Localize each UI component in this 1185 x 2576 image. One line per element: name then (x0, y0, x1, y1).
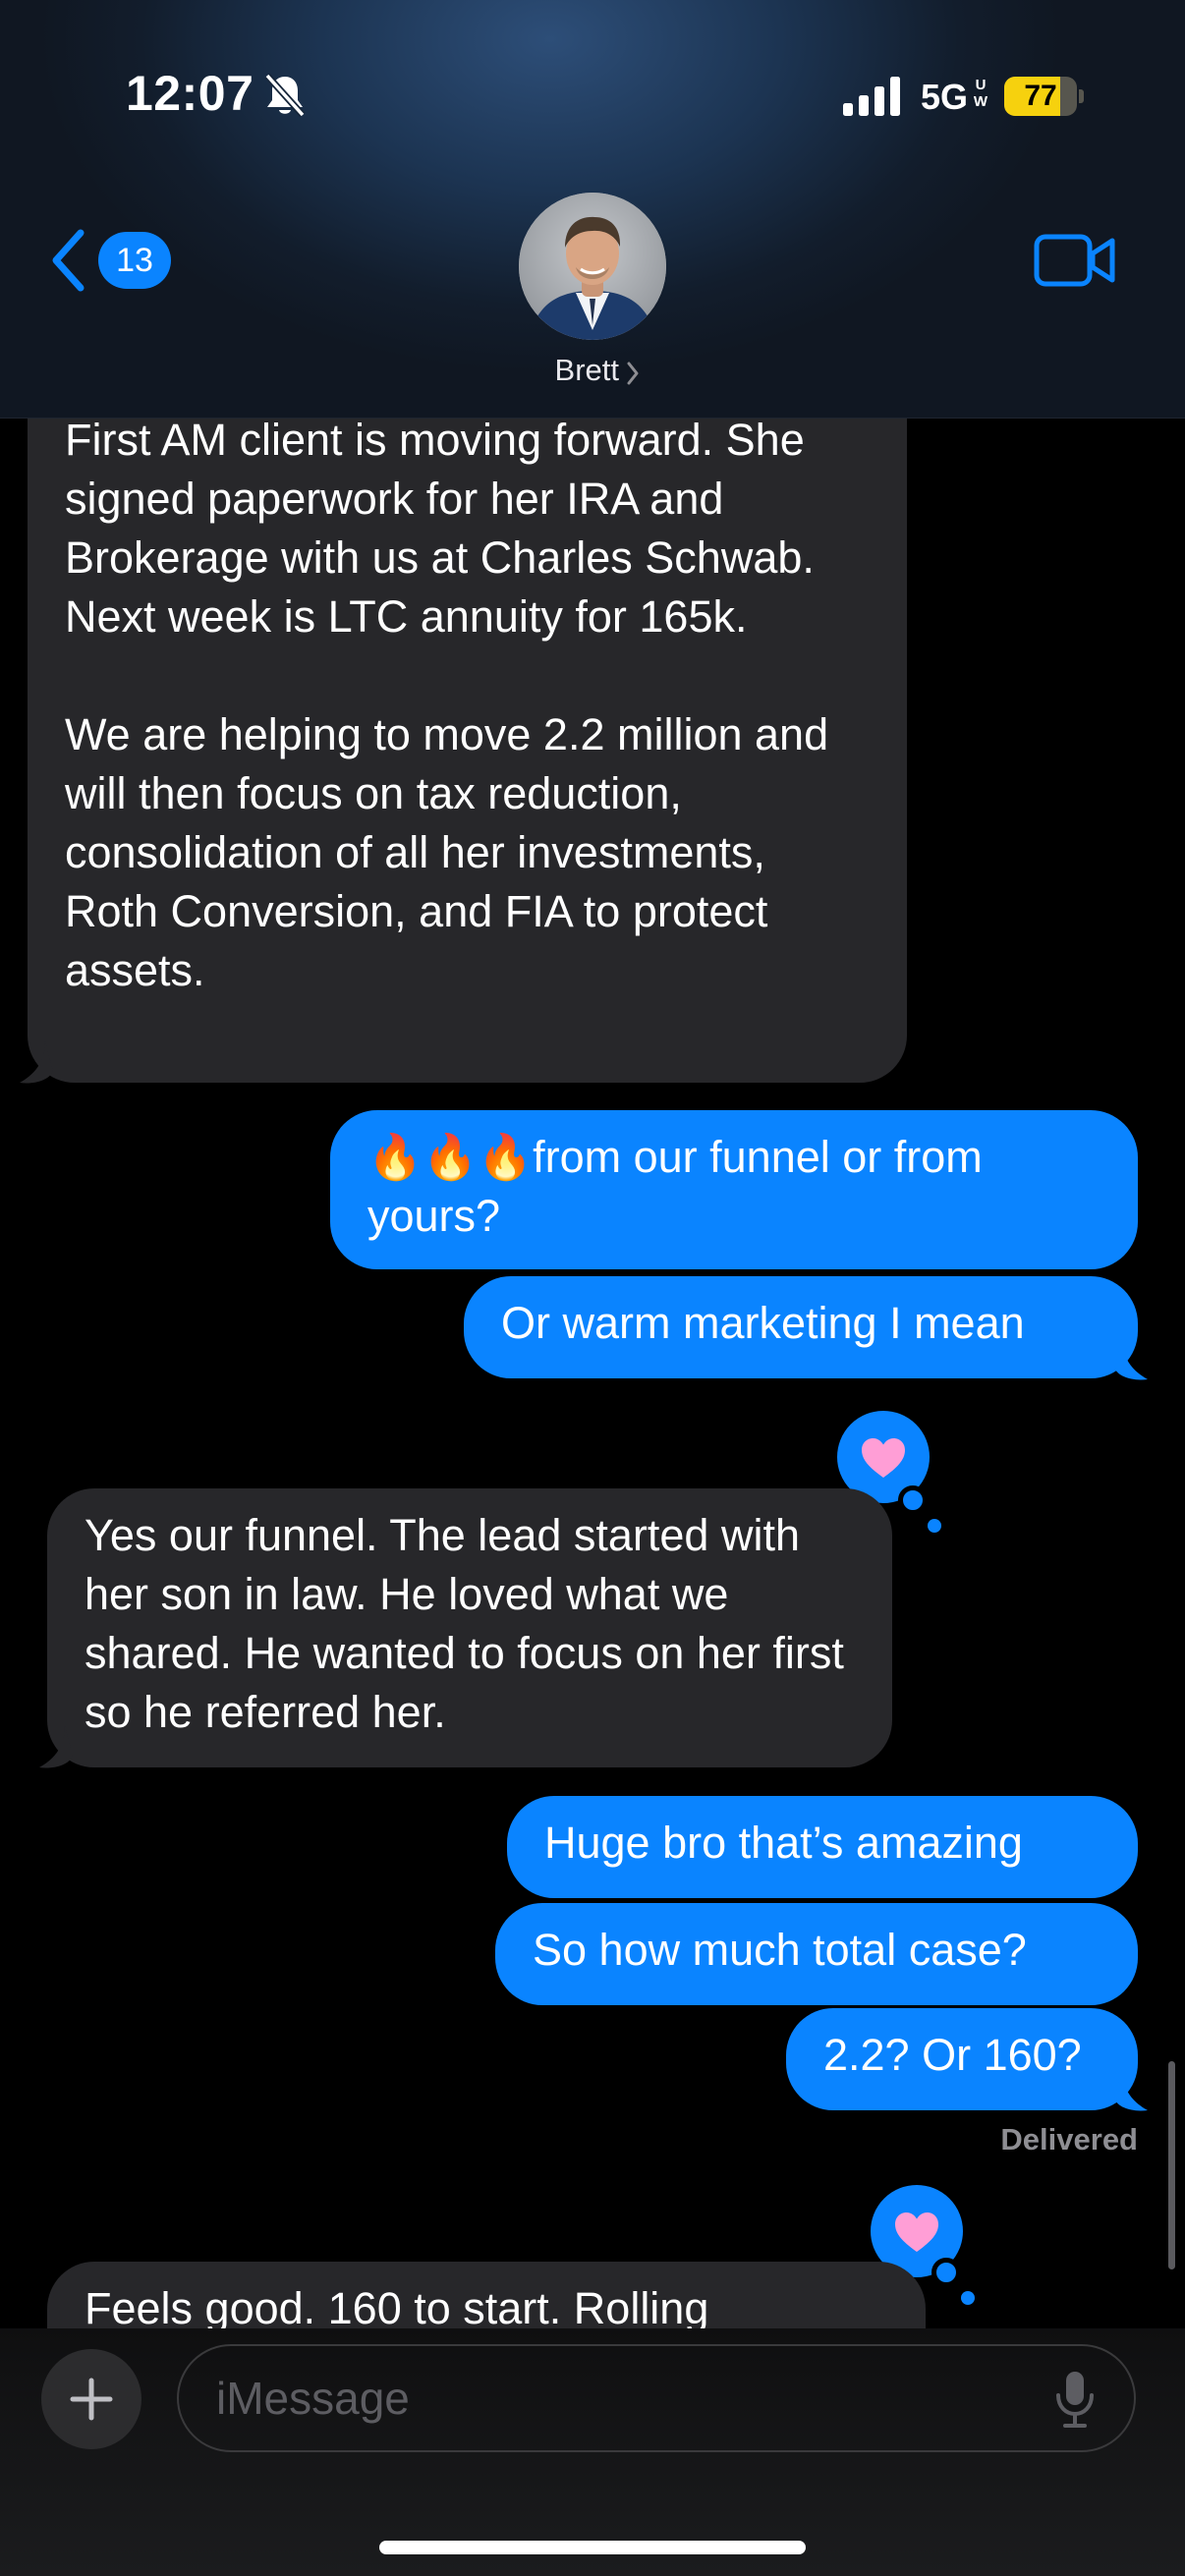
heart-icon (895, 2212, 938, 2252)
network-type: 5G (921, 77, 969, 117)
message-bubble-outgoing[interactable]: Or warm marketing I mean (464, 1276, 1138, 1378)
network-subtype: U W (973, 77, 988, 110)
chevron-right-icon (627, 362, 639, 385)
message-bubble-outgoing[interactable]: 🔥🔥🔥from our funnel or from yours? (330, 1110, 1138, 1269)
contact-name[interactable]: Brett (504, 353, 619, 388)
bubble-tail (39, 1726, 73, 1768)
status-time: 12:07 (126, 66, 254, 121)
video-camera-icon[interactable] (1034, 233, 1116, 288)
bubble-tail (1114, 2069, 1148, 2111)
reaction-dot (961, 2291, 975, 2305)
unread-count-badge: 13 (98, 232, 171, 289)
reaction-dot (898, 1485, 928, 1515)
avatar[interactable] (519, 193, 666, 340)
bubble-tail (20, 1041, 53, 1084)
imessage-input[interactable] (177, 2344, 1136, 2452)
message-bubble-outgoing[interactable]: 2.2? Or 160? (786, 2008, 1138, 2110)
battery-percent: 77 (1024, 80, 1057, 112)
avatar-photo (519, 193, 666, 340)
bell-slash-icon (264, 73, 306, 118)
delivered-status: Delivered (1000, 2122, 1138, 2156)
message-bubble-incoming[interactable]: Yes our funnel. The lead started with he… (47, 1488, 892, 1767)
heart-icon (862, 1438, 905, 1478)
scroll-indicator[interactable] (1168, 2061, 1175, 2269)
message-bubble-outgoing[interactable]: Huge bro that’s amazing (507, 1796, 1138, 1898)
home-indicator[interactable] (379, 2541, 806, 2554)
battery-icon: 77 (1004, 77, 1077, 116)
back-button[interactable]: 13 (41, 224, 174, 297)
reaction-dot (928, 1519, 941, 1533)
chevron-back-icon (52, 229, 85, 292)
reaction-dot (931, 2258, 961, 2287)
message-bubble-incoming[interactable]: Feels good. 160 to start. Rolling (47, 2262, 926, 2328)
message-bubble-outgoing[interactable]: So how much total case? (495, 1903, 1138, 2005)
message-bubble-incoming[interactable]: First AM client is moving forward. She s… (28, 393, 907, 1083)
conversation-header: 12:07 5G U W 77 13 Brett (0, 0, 1185, 419)
apps-plus-button[interactable] (41, 2349, 141, 2449)
signal-icon (843, 77, 900, 116)
bubble-tail (1114, 1338, 1148, 1380)
microphone-icon[interactable] (1053, 2370, 1097, 2429)
battery-cap (1079, 89, 1084, 103)
plus-icon (70, 2378, 113, 2421)
